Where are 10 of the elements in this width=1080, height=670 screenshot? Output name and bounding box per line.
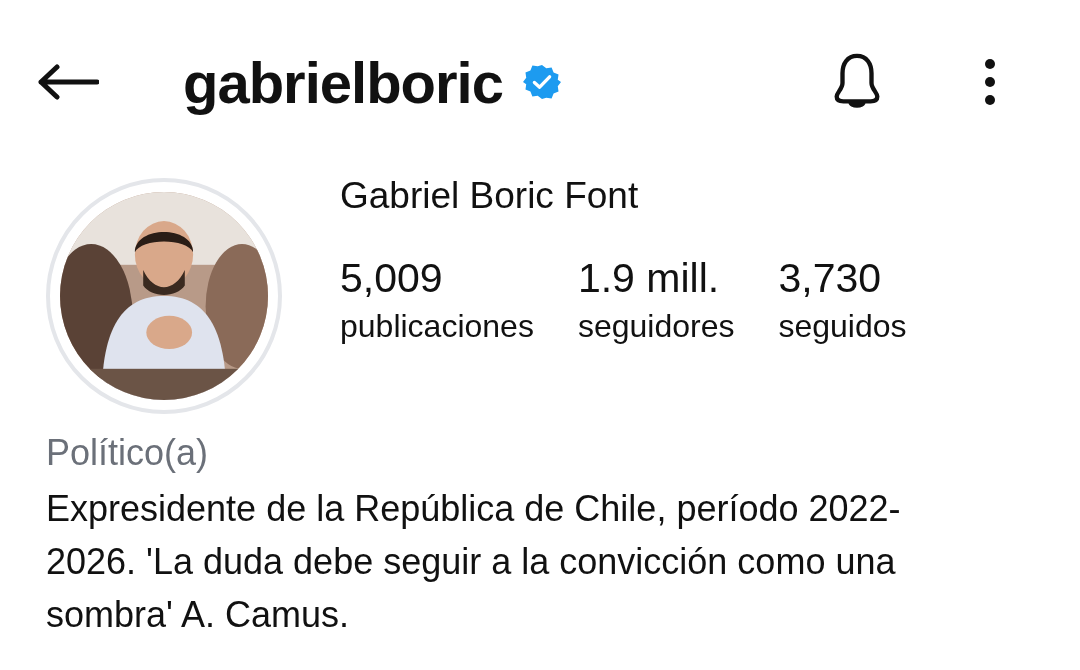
username: gabrielboric xyxy=(183,48,503,116)
avatar-ring[interactable] xyxy=(46,178,282,414)
back-arrow-icon[interactable] xyxy=(37,64,99,100)
more-options-icon[interactable] xyxy=(984,58,996,106)
stat-button[interactable]: 5,009 publicaciones xyxy=(340,254,534,346)
profile-name: Gabriel Boric Font xyxy=(340,174,640,218)
stat-button[interactable]: 1.9 mill. seguidores xyxy=(577,254,735,346)
bio-text: Expresidente de la República de Chile, período 2022-2026. 'La duda debe seguir a la convicción como una sombra' A. Camus. xyxy=(45,487,902,637)
category-label: Político(a) xyxy=(45,431,210,475)
stat-button[interactable]: 3,730 seguidos xyxy=(778,254,907,346)
